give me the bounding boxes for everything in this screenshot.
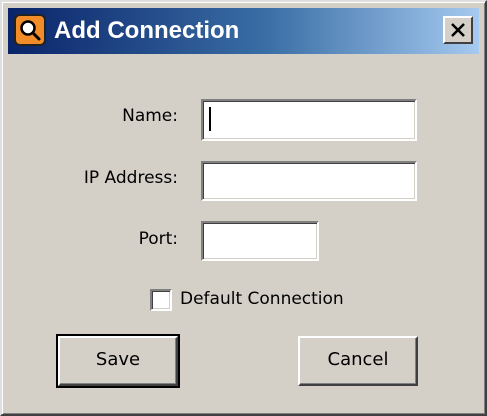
- name-label: Name:: [122, 106, 178, 126]
- port-label: Port:: [138, 229, 178, 249]
- text-caret: [209, 107, 211, 131]
- port-input[interactable]: [201, 221, 319, 261]
- save-button[interactable]: Save: [56, 334, 180, 388]
- ip-address-label: IP Address:: [83, 168, 178, 188]
- magnifier-app-icon: [14, 14, 46, 46]
- title-bar[interactable]: Add Connection: [8, 8, 479, 54]
- ip-address-input[interactable]: [201, 161, 417, 201]
- name-input[interactable]: [201, 99, 417, 141]
- close-x-icon: [451, 23, 465, 37]
- cancel-button[interactable]: Cancel: [298, 336, 418, 386]
- default-connection-label[interactable]: Default Connection: [180, 289, 344, 309]
- dialog-title: Add Connection: [54, 17, 240, 44]
- default-connection-checkbox[interactable]: [150, 289, 172, 311]
- close-button[interactable]: [443, 16, 473, 44]
- add-connection-dialog: Add Connection Name: IP Address: Port: D…: [0, 0, 487, 416]
